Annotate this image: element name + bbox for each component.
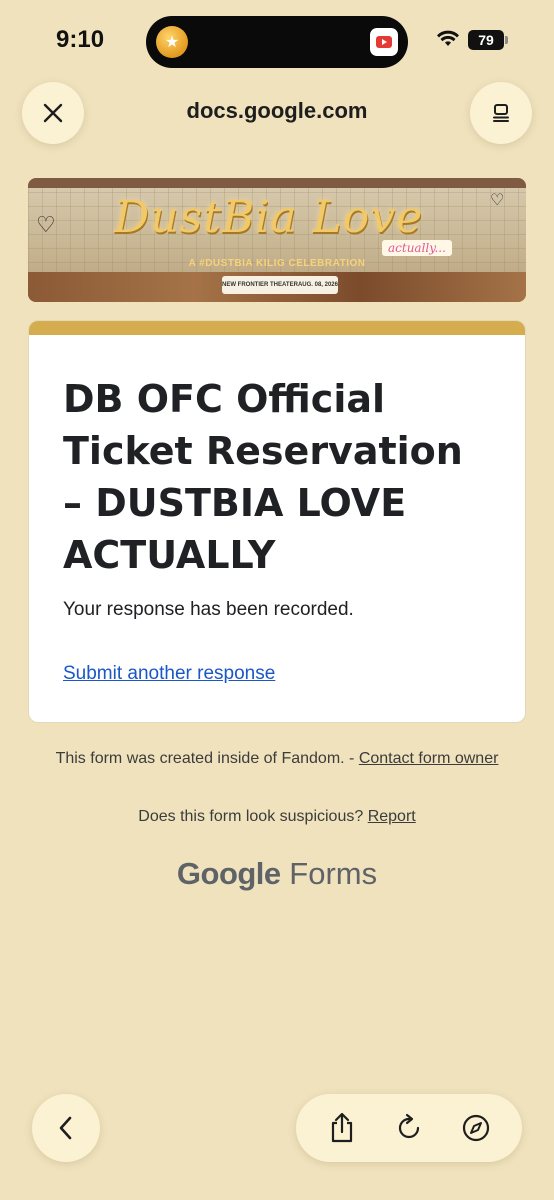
google-forms-logo[interactable]: Google Forms [0,856,554,892]
tabs-icon [493,104,509,122]
form-created-text: This form was created inside of Fandom. … [55,750,359,767]
form-header-banner: ♡ ♡ DustBia Love actually... A #DUSTBIA … [28,178,526,302]
heart-doodle-icon: ♡ [36,212,56,237]
share-icon [331,1112,352,1143]
banner-title-suffix: actually... [382,240,452,256]
heart-doodle-icon: ♡ [490,192,505,209]
compass-icon [463,1114,490,1142]
submit-another-link[interactable]: Submit another response [63,663,275,685]
chevron-left-icon [59,1116,72,1140]
suspicious-text: Does this form look suspicious? [138,808,368,825]
status-bar: 9:10 ★ 79 [0,0,554,80]
back-button[interactable] [32,1094,100,1162]
form-created-notice: This form was created inside of Fandom. … [0,748,554,770]
forms-wordmark: Forms [280,856,378,891]
banner-venue-strip: NEW FRONTIER THEATER AUG. 08, 2026 [222,276,338,294]
dynamic-island[interactable]: ★ [146,16,408,68]
suspicious-notice: Does this form look suspicious? Report [0,808,554,826]
banner-title: DustBia Love [114,192,424,243]
report-link[interactable]: Report [368,808,416,825]
browser-toolbar [296,1094,522,1162]
form-response-card: DB OFC Official Ticket Reservation – DUS… [28,320,526,723]
card-accent-bar [29,321,525,335]
compass-button[interactable] [456,1108,496,1148]
banner-top-strip [28,178,526,188]
form-title: DB OFC Official Ticket Reservation – DUS… [63,377,463,577]
tabs-button[interactable] [470,82,532,144]
battery-indicator: 79 [468,30,508,50]
contact-owner-link[interactable]: Contact form owner [359,750,499,767]
banner-venue: NEW FRONTIER THEATER [222,282,298,288]
confirmation-message: Your response has been recorded. [63,599,354,620]
share-button[interactable] [322,1108,362,1148]
coin-icon: ★ [156,26,188,58]
banner-date: AUG. 08, 2026 [297,282,338,288]
play-app-icon [370,28,398,56]
wifi-icon [436,30,460,53]
reload-icon [398,1113,420,1139]
reload-button[interactable] [389,1108,429,1148]
status-time: 9:10 [56,26,105,53]
google-wordmark: Google [176,856,281,891]
banner-subtitle: A #DUSTBIA KILIG CELEBRATION [188,258,366,269]
